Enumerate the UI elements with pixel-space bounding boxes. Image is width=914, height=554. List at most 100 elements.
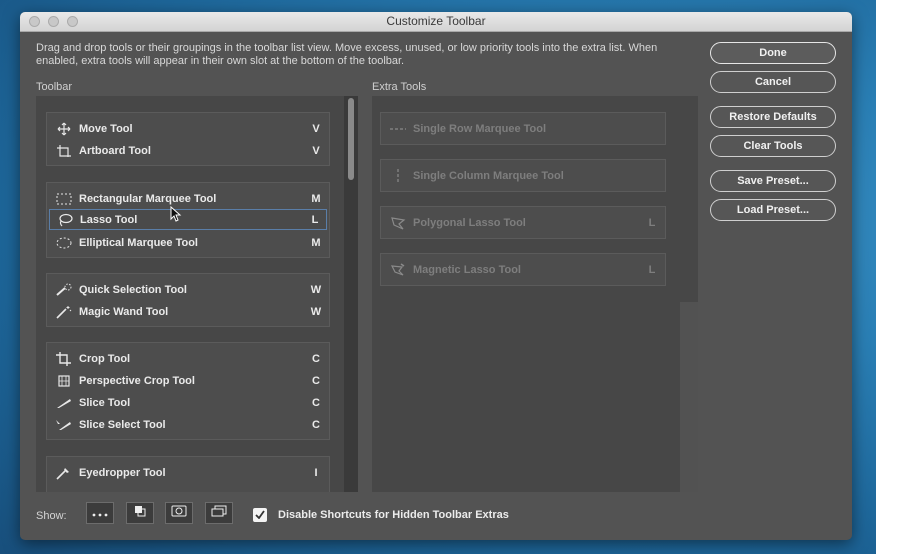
tool-row-eyedropper[interactable]: Eyedropper Tool I	[49, 462, 327, 483]
tool-shortcut: M	[311, 192, 321, 205]
tool-row-rectangular-marquee[interactable]: Rectangular Marquee Tool M	[49, 188, 327, 209]
title-bar: Customize Toolbar	[20, 12, 852, 32]
tool-shortcut: M	[311, 236, 321, 249]
tool-group[interactable]: Eyedropper Tool I	[46, 456, 330, 492]
tool-row-artboard[interactable]: Artboard Tool V	[49, 140, 327, 161]
polygonal-lasso-icon	[383, 216, 413, 230]
extra-tool-row-polygonal-lasso[interactable]: Polygonal Lasso Tool L	[383, 212, 663, 233]
slice-select-icon	[49, 418, 79, 432]
tool-group[interactable]: Crop Tool C Perspective Crop Tool C Slic…	[46, 342, 330, 440]
extra-tool-group[interactable]: Magnetic Lasso Tool L	[380, 253, 666, 286]
extra-tool-group[interactable]: Polygonal Lasso Tool L	[380, 206, 666, 239]
load-preset-button[interactable]: Load Preset...	[710, 199, 836, 221]
tool-label: Single Row Marquee Tool	[413, 122, 547, 135]
more-tools-icon	[92, 504, 108, 522]
tool-group[interactable]: Quick Selection Tool W Magic Wand Tool W	[46, 273, 330, 327]
toolbar-list[interactable]: Move Tool V Artboard Tool V Rectangular …	[36, 96, 358, 492]
tool-shortcut: V	[312, 122, 320, 135]
toggle-screen-mode-button[interactable]	[205, 502, 233, 524]
tool-row-crop[interactable]: Crop Tool C	[49, 348, 327, 369]
tool-label: Perspective Crop Tool	[79, 374, 195, 387]
tool-shortcut: L	[648, 263, 656, 276]
tool-label: Quick Selection Tool	[79, 283, 187, 296]
scrollbar-thumb[interactable]	[348, 98, 354, 180]
perspective-crop-icon	[49, 374, 79, 388]
tool-row-magic-wand[interactable]: Magic Wand Tool W	[49, 301, 327, 322]
toolbar-scrollbar[interactable]	[344, 96, 358, 492]
tool-row-slice-select[interactable]: Slice Select Tool C	[49, 414, 327, 435]
mouse-pointer-icon	[170, 205, 182, 227]
tool-label: Polygonal Lasso Tool	[413, 216, 526, 229]
checkmark-icon	[255, 506, 265, 524]
tool-label: Slice Tool	[79, 396, 131, 409]
tool-label: Elliptical Marquee Tool	[79, 236, 198, 249]
tool-group[interactable]: Rectangular Marquee Tool M Lasso Tool L …	[46, 182, 330, 258]
extra-tool-row-magnetic-lasso[interactable]: Magnetic Lasso Tool L	[383, 259, 663, 280]
tool-shortcut: C	[312, 352, 320, 365]
tool-shortcut: W	[310, 283, 322, 296]
save-preset-button[interactable]: Save Preset...	[710, 170, 836, 192]
lasso-icon	[50, 213, 80, 227]
toggle-more-tools-button[interactable]	[86, 502, 114, 524]
page-margin	[876, 0, 914, 554]
tool-label: Crop Tool	[79, 352, 131, 365]
extra-list-divider	[680, 302, 698, 492]
ellipse-marquee-icon	[49, 237, 79, 249]
magic-wand-icon	[49, 305, 79, 319]
tool-label: Move Tool	[79, 122, 133, 135]
artboard-icon	[49, 144, 79, 158]
done-button[interactable]: Done	[710, 42, 836, 64]
quick-selection-icon	[49, 283, 79, 297]
tool-label: Rectangular Marquee Tool	[79, 192, 217, 205]
tool-label: Lasso Tool	[80, 213, 138, 226]
crop-icon	[49, 351, 79, 366]
rect-marquee-icon	[49, 193, 79, 205]
extra-tool-group[interactable]: Single Column Marquee Tool	[380, 159, 666, 192]
tool-row-move[interactable]: Move Tool V	[49, 118, 327, 139]
disable-shortcuts-label[interactable]: Disable Shortcuts for Hidden Toolbar Ext…	[278, 509, 509, 521]
cancel-button[interactable]: Cancel	[710, 71, 836, 93]
bottom-bar: Show: Disable Shortcuts for Hidden Toolb…	[20, 494, 852, 540]
toggle-color-button[interactable]	[126, 502, 154, 524]
toolbar-column-label: Toolbar	[36, 81, 73, 93]
tool-row-slice[interactable]: Slice Tool C	[49, 392, 327, 413]
window-title: Customize Toolbar	[386, 14, 486, 28]
extra-tool-row-single-column-marquee[interactable]: Single Column Marquee Tool	[383, 165, 663, 186]
tool-label: Slice Select Tool	[79, 418, 166, 431]
quick-mask-icon	[171, 504, 187, 522]
tool-row-perspective-crop[interactable]: Perspective Crop Tool C	[49, 370, 327, 391]
extra-tools-list[interactable]: Single Row Marquee Tool Single Column Ma…	[372, 96, 698, 492]
extra-tools-column-label: Extra Tools	[372, 81, 427, 93]
tool-group[interactable]: Move Tool V Artboard Tool V	[46, 112, 330, 166]
magnetic-lasso-icon	[383, 262, 413, 277]
tool-label: Magnetic Lasso Tool	[413, 263, 521, 276]
tool-row-elliptical-marquee[interactable]: Elliptical Marquee Tool M	[49, 232, 327, 253]
toggle-quick-mask-button[interactable]	[165, 502, 193, 524]
restore-defaults-button[interactable]: Restore Defaults	[710, 106, 836, 128]
tool-shortcut: L	[648, 216, 656, 229]
single-column-marquee-icon	[383, 168, 413, 184]
eyedropper-icon	[49, 466, 79, 480]
extra-tool-group[interactable]: Single Row Marquee Tool	[380, 112, 666, 145]
move-icon	[49, 122, 79, 136]
tool-shortcut: L	[311, 213, 319, 226]
foreground-background-icon	[134, 504, 146, 522]
tool-shortcut: I	[314, 466, 318, 479]
tool-label: Eyedropper Tool	[79, 466, 166, 479]
instructions-text: Drag and drop tools or their groupings i…	[36, 42, 658, 67]
tool-row-lasso[interactable]: Lasso Tool L	[49, 209, 327, 230]
single-row-marquee-icon	[383, 126, 413, 132]
customize-toolbar-dialog: Customize Toolbar Drag and drop tools or…	[20, 12, 852, 540]
clear-tools-button[interactable]: Clear Tools	[710, 135, 836, 157]
tool-shortcut: V	[312, 144, 320, 157]
tool-row-quick-selection[interactable]: Quick Selection Tool W	[49, 279, 327, 300]
tool-shortcut: W	[310, 305, 322, 318]
disable-shortcuts-checkbox[interactable]	[253, 508, 267, 522]
tool-shortcut: C	[312, 374, 320, 387]
show-label: Show:	[36, 510, 67, 522]
tool-shortcut: C	[312, 396, 320, 409]
extra-tool-row-single-row-marquee[interactable]: Single Row Marquee Tool	[383, 118, 663, 139]
tool-label: Artboard Tool	[79, 144, 151, 157]
tool-shortcut: C	[312, 418, 320, 431]
tool-label: Single Column Marquee Tool	[413, 169, 564, 182]
